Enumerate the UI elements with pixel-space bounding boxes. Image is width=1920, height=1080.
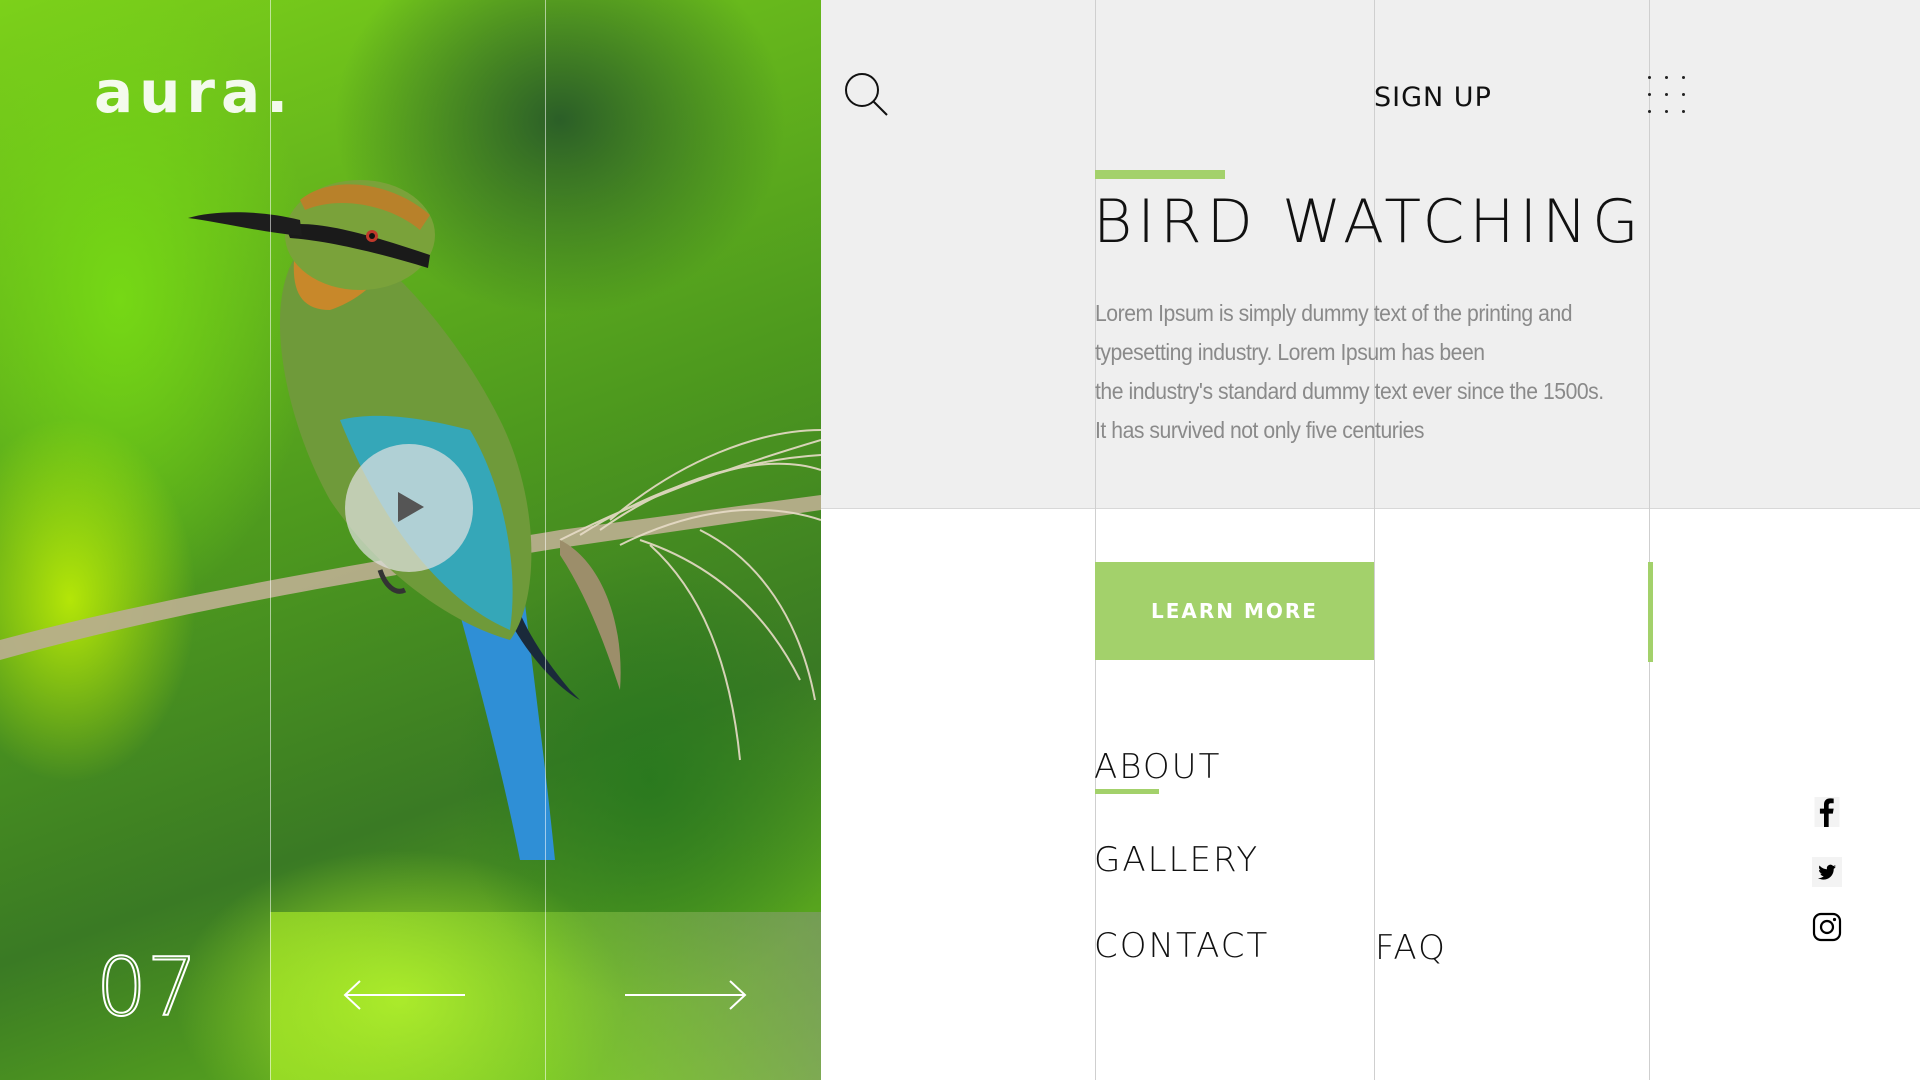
nav-contact[interactable]: CONTACT [1094, 926, 1269, 966]
grid-divider [1649, 0, 1650, 1080]
signup-link[interactable]: SIGN UP [1374, 82, 1492, 113]
title-accent-bar [1095, 170, 1225, 179]
instagram-icon[interactable] [1812, 912, 1842, 942]
description-line: It has survived not only five centuries [1095, 417, 1425, 443]
nav-about[interactable]: ABOUT [1094, 747, 1221, 787]
next-slide-arrow-icon[interactable] [620, 975, 750, 1015]
page-title: BIRD WATCHING [1093, 187, 1644, 257]
play-video-button[interactable] [345, 444, 473, 572]
description-line: the industry's standard dummy text ever … [1095, 378, 1604, 404]
facebook-icon[interactable] [1812, 797, 1842, 827]
description-line: Lorem Ipsum is simply dummy text of the … [1095, 300, 1573, 326]
description: Lorem Ipsum is simply dummy text of the … [1095, 294, 1655, 450]
grid-divider [270, 0, 271, 1080]
search-icon[interactable] [842, 70, 890, 118]
grid-divider [1095, 0, 1096, 1080]
description-line: typesetting industry. Lorem Ipsum has be… [1095, 339, 1485, 365]
nav-gallery[interactable]: GALLERY [1094, 840, 1259, 880]
grid-menu-icon[interactable] [1646, 74, 1688, 116]
slide-number: 07 [95, 941, 199, 1034]
grid-divider [1374, 0, 1375, 1080]
grid-divider [545, 0, 546, 1080]
active-nav-underline [1095, 789, 1159, 794]
prev-slide-arrow-icon[interactable] [340, 975, 470, 1015]
learn-more-button[interactable]: LEARN MORE [1095, 562, 1374, 660]
play-icon [398, 492, 424, 522]
nav-faq[interactable]: FAQ [1375, 928, 1447, 968]
twitter-icon[interactable] [1812, 857, 1842, 887]
brand-logo[interactable]: aura. [94, 58, 294, 126]
accent-bar [1648, 562, 1653, 662]
